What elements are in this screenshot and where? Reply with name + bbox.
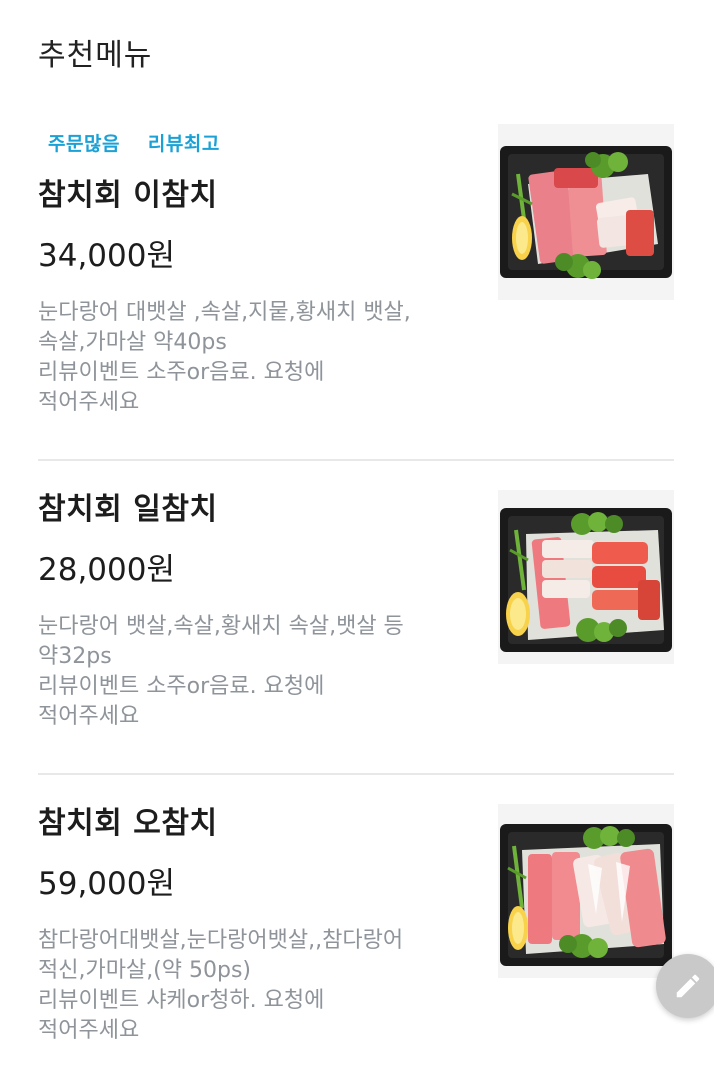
menu-item[interactable]: 참치회 일참치 28,000원 눈다랑어 뱃살,속살,황새치 속살,뱃살 등 약…	[38, 490, 674, 774]
item-description-line: 리뷰이벤트 소주or음료. 요청에	[38, 674, 325, 699]
badge-top-review: 리뷰최고	[147, 132, 220, 155]
menu-item[interactable]: 참치회 오참치 59,000원 참다랑어대뱃살,눈다랑어뱃살,,참다랑어 적신,…	[38, 804, 674, 1071]
edit-fab-button[interactable]	[656, 954, 714, 1018]
tuna-sashimi-platter-image[interactable]	[498, 490, 674, 664]
tuna-sashimi-platter-image	[498, 490, 674, 664]
divider	[38, 773, 674, 775]
item-description-line: 참다랑어대뱃살,눈다랑어뱃살,,참다랑어	[38, 928, 404, 953]
item-description-line: 리뷰이벤트 소주or음료. 요청에	[38, 360, 325, 385]
item-description-line: 적어주세요	[38, 390, 140, 415]
item-description-line: 리뷰이벤트 샤케or청하. 요청에	[38, 988, 325, 1013]
item-description-line: 적어주세요	[38, 704, 140, 729]
item-description-line: 눈다랑어 뱃살,속살,황새치 속살,뱃살 등	[38, 614, 404, 639]
item-description-line: 속살,가마살 약40ps	[38, 330, 227, 355]
item-description-line: 적어주세요	[38, 1018, 140, 1043]
pencil-icon	[676, 974, 700, 998]
tuna-sashimi-platter-image[interactable]	[498, 124, 674, 300]
tuna-sashimi-platter-image[interactable]	[498, 804, 674, 978]
item-description: 눈다랑어 대뱃살 ,속살,지뭍,황새치 뱃살, 속살,가마살 약40ps 리뷰이…	[38, 298, 458, 418]
item-description-line: 적신,가마살,(약 50ps)	[38, 958, 252, 983]
tuna-sashimi-platter-image	[498, 804, 674, 978]
item-description-line: 약32ps	[38, 644, 112, 669]
item-description: 눈다랑어 뱃살,속살,황새치 속살,뱃살 등 약32ps 리뷰이벤트 소주or음…	[38, 612, 458, 732]
badge-popular-orders: 주문많음	[48, 132, 120, 155]
item-description-line: 눈다랑어 대뱃살 ,속살,지뭍,황새치 뱃살,	[38, 300, 411, 325]
item-description: 참다랑어대뱃살,눈다랑어뱃살,,참다랑어 적신,가마살,(약 50ps) 리뷰이…	[38, 926, 458, 1046]
menu-item[interactable]: 주문많음 리뷰최고 참치회 이참치 34,000원 눈다랑어 대뱃살 ,속살,지…	[38, 124, 674, 460]
section-title: 추천메뉴	[38, 38, 153, 73]
tuna-sashimi-platter-image	[498, 124, 674, 300]
divider	[38, 459, 674, 461]
